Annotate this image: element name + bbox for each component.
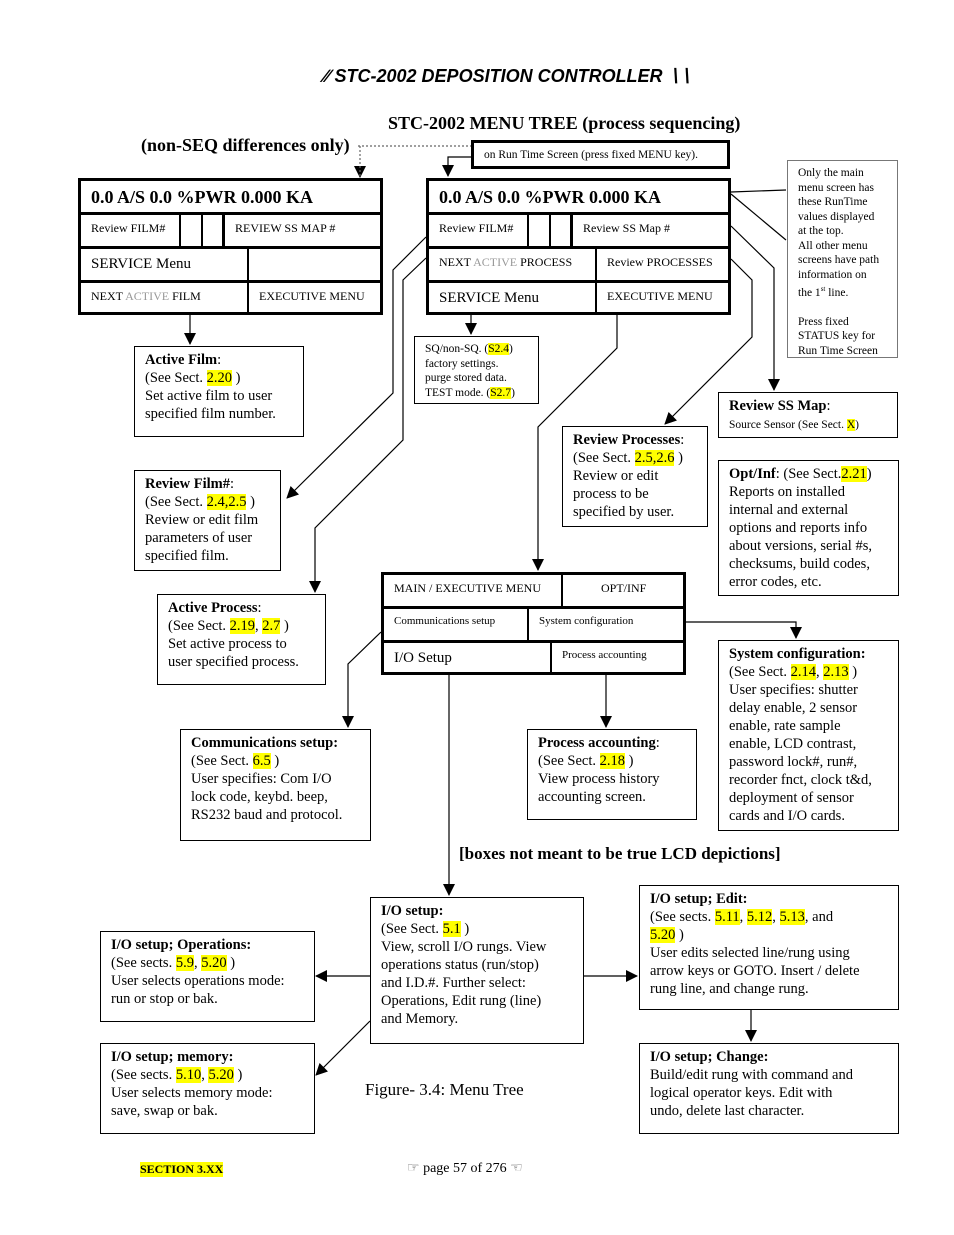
arrow-connector	[286, 236, 427, 499]
page-number: ☞ page 57 of 276 ☜	[407, 1160, 523, 1177]
connector-line	[730, 189, 787, 193]
pointing-hand-left-icon: ☜	[510, 1161, 523, 1176]
arrow-connector	[309, 257, 427, 593]
arrow-connector	[442, 156, 471, 177]
disclaimer: [boxes not meant to be true LCD depictio…	[459, 844, 781, 863]
connector-line	[358, 145, 471, 176]
arrow-connector	[686, 621, 802, 639]
connector-line	[730, 193, 787, 241]
arrow-connector	[532, 315, 618, 571]
document-page: ∕∕ STC-2002 DEPOSITION CONTROLLER ∖∖ STC…	[0, 0, 954, 1235]
pointing-hand-right-icon: ☞	[407, 1161, 420, 1176]
page-number-text: page 57 of 276	[423, 1161, 507, 1176]
arrow-connector	[342, 631, 382, 728]
arrow-connector	[664, 258, 753, 425]
arrow-connector	[315, 1020, 371, 1076]
connector-lines	[184, 145, 802, 1076]
section-label: SECTION 3.XX	[140, 1162, 224, 1177]
figure-caption: Figure- 3.4: Menu Tree	[365, 1080, 524, 1099]
